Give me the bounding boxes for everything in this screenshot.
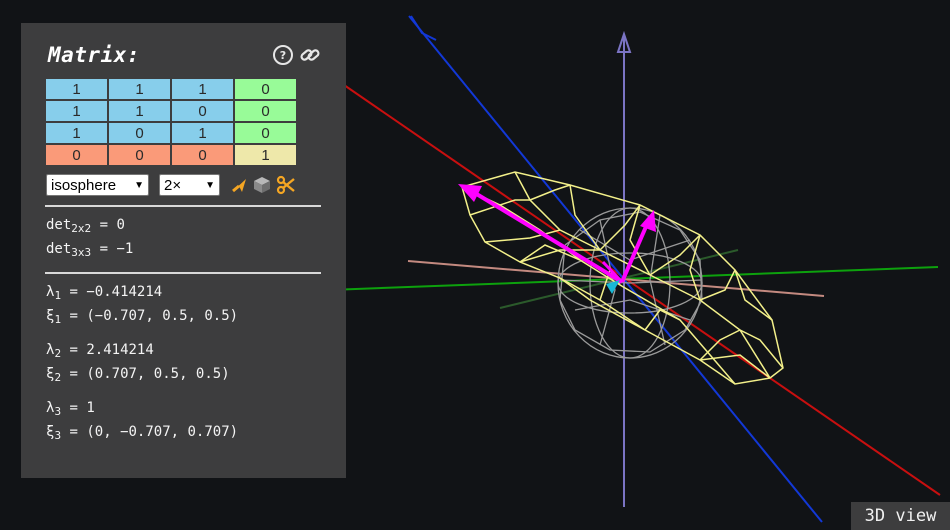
matrix-row: 0 0 0 1 — [46, 145, 296, 165]
matrix-cell[interactable]: 1 — [46, 101, 107, 121]
view-mode-label[interactable]: 3D view — [851, 502, 950, 530]
det-2x2: det2x2 = 0 — [46, 217, 125, 235]
link-icon[interactable] — [299, 45, 321, 65]
scale-select-value: 2× — [164, 176, 182, 194]
controls-row: isosphere ▼ 2× ▼ — [46, 174, 321, 196]
matrix-cell[interactable]: 0 — [235, 123, 296, 143]
matrix-row: 1 1 0 0 — [46, 101, 296, 121]
matrix-cell[interactable]: 1 — [109, 101, 170, 121]
shape-select-value: isosphere — [51, 176, 117, 194]
scale-select[interactable]: 2× ▼ — [159, 174, 220, 196]
divider — [45, 205, 321, 207]
cube-icon[interactable] — [252, 175, 272, 195]
matrix-cell[interactable]: 0 — [235, 79, 296, 99]
matrix-cell[interactable]: 1 — [46, 123, 107, 143]
eigen-item: λ2 = 2.414214 ξ2 = (0.707, 0.5, 0.5) — [46, 340, 321, 388]
arrow-icon[interactable] — [230, 176, 248, 194]
matrix-cell[interactable]: 1 — [235, 145, 296, 165]
axis-green — [249, 266, 939, 294]
matrix-cell[interactable]: 0 — [172, 145, 233, 165]
eigenvalue: λ3 = 1 — [46, 400, 95, 418]
matrix-cell[interactable]: 0 — [172, 101, 233, 121]
det-3x3: det3x3 = −1 — [46, 241, 134, 259]
chevron-down-icon: ▼ — [205, 179, 215, 191]
shape-select[interactable]: isosphere ▼ — [46, 174, 149, 196]
eigenvalue: λ1 = −0.414214 — [46, 284, 163, 302]
chevron-down-icon: ▼ — [134, 179, 144, 191]
matrix-cell[interactable]: 1 — [109, 79, 170, 99]
matrix-grid: 1 1 1 0 1 1 0 0 1 0 1 0 0 0 0 1 — [44, 77, 298, 167]
eigen-item: λ1 = −0.414214 ξ1 = (−0.707, 0.5, 0.5) — [46, 282, 321, 330]
eigenvector: ξ3 = (0, −0.707, 0.707) — [46, 424, 239, 442]
eigenvector: ξ2 = (0.707, 0.5, 0.5) — [46, 366, 230, 384]
eigen-list: λ1 = −0.414214 ξ1 = (−0.707, 0.5, 0.5) λ… — [46, 282, 321, 446]
divider — [45, 272, 321, 274]
panel-header: Matrix: ? — [46, 43, 321, 71]
matrix-cell[interactable]: 1 — [46, 79, 107, 99]
eigen-item: λ3 = 1 ξ3 = (0, −0.707, 0.707) — [46, 398, 321, 446]
help-icon[interactable]: ? — [273, 45, 293, 65]
matrix-cell[interactable]: 0 — [109, 123, 170, 143]
matrix-cell[interactable]: 0 — [235, 101, 296, 121]
matrix-cell[interactable]: 1 — [172, 123, 233, 143]
matrix-row: 1 1 1 0 — [46, 79, 296, 99]
matrix-panel: Matrix: ? 1 1 1 0 1 1 0 0 1 0 1 0 0 0 0 … — [21, 23, 346, 478]
eigenvalue: λ2 = 2.414214 — [46, 342, 154, 360]
determinants: det2x2 = 0 det3x3 = −1 — [46, 215, 321, 263]
matrix-row: 1 0 1 0 — [46, 123, 296, 143]
axis-blue — [408, 15, 823, 523]
matrix-cell[interactable]: 0 — [46, 145, 107, 165]
panel-title: Matrix: — [48, 43, 141, 67]
eigenvector: ξ1 = (−0.707, 0.5, 0.5) — [46, 308, 239, 326]
scissors-icon[interactable] — [276, 175, 296, 195]
matrix-cell[interactable]: 0 — [109, 145, 170, 165]
matrix-cell[interactable]: 1 — [172, 79, 233, 99]
